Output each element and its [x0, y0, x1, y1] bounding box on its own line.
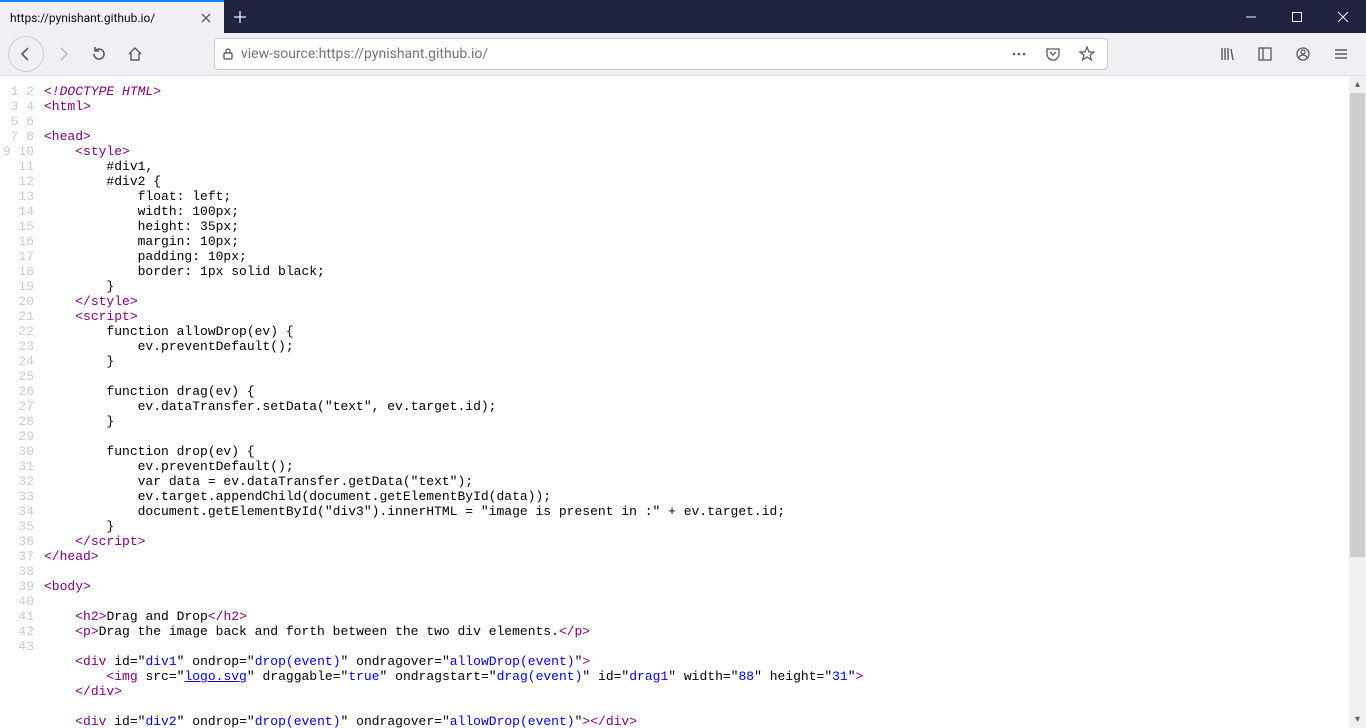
scroll-down-arrow[interactable]: ▾ — [1349, 711, 1366, 728]
back-button[interactable] — [8, 36, 44, 72]
source-view: 1 2 3 4 5 6 7 8 9 10 11 12 13 14 15 16 1… — [0, 76, 1366, 728]
url-bar[interactable]: view-source:https://pynishant.github.io/ — [214, 38, 1108, 70]
toolbar: view-source:https://pynishant.github.io/ — [0, 33, 1366, 76]
scroll-up-arrow[interactable]: ▴ — [1349, 76, 1366, 93]
page-actions-icon[interactable] — [1005, 40, 1033, 68]
titlebar: https://pynishant.github.io/ — [0, 0, 1366, 33]
pocket-icon[interactable] — [1039, 40, 1067, 68]
tab-title: https://pynishant.github.io/ — [10, 11, 196, 25]
source-code[interactable]: <!DOCTYPE HTML> <html> <head> <style> #d… — [40, 76, 1366, 728]
maximize-button[interactable] — [1274, 0, 1320, 33]
reload-button[interactable] — [82, 37, 116, 71]
browser-tab[interactable]: https://pynishant.github.io/ — [0, 0, 224, 33]
new-tab-button[interactable] — [224, 0, 256, 33]
url-text: view-source:https://pynishant.github.io/ — [241, 46, 999, 62]
bookmark-star-icon[interactable] — [1073, 40, 1101, 68]
forward-button[interactable] — [46, 37, 80, 71]
sidebar-icon[interactable] — [1248, 37, 1282, 71]
close-window-button[interactable] — [1320, 0, 1366, 33]
home-button[interactable] — [118, 37, 152, 71]
library-icon[interactable] — [1210, 37, 1244, 71]
menu-icon[interactable] — [1324, 37, 1358, 71]
window-controls — [1228, 0, 1366, 33]
scroll-thumb[interactable] — [1350, 93, 1365, 557]
vertical-scrollbar[interactable]: ▴ ▾ — [1349, 76, 1366, 728]
scroll-track[interactable] — [1349, 93, 1366, 711]
account-icon[interactable] — [1286, 37, 1320, 71]
minimize-button[interactable] — [1228, 0, 1274, 33]
lock-icon — [221, 47, 235, 61]
line-number-gutter: 1 2 3 4 5 6 7 8 9 10 11 12 13 14 15 16 1… — [0, 76, 40, 728]
close-tab-icon[interactable] — [196, 8, 216, 28]
